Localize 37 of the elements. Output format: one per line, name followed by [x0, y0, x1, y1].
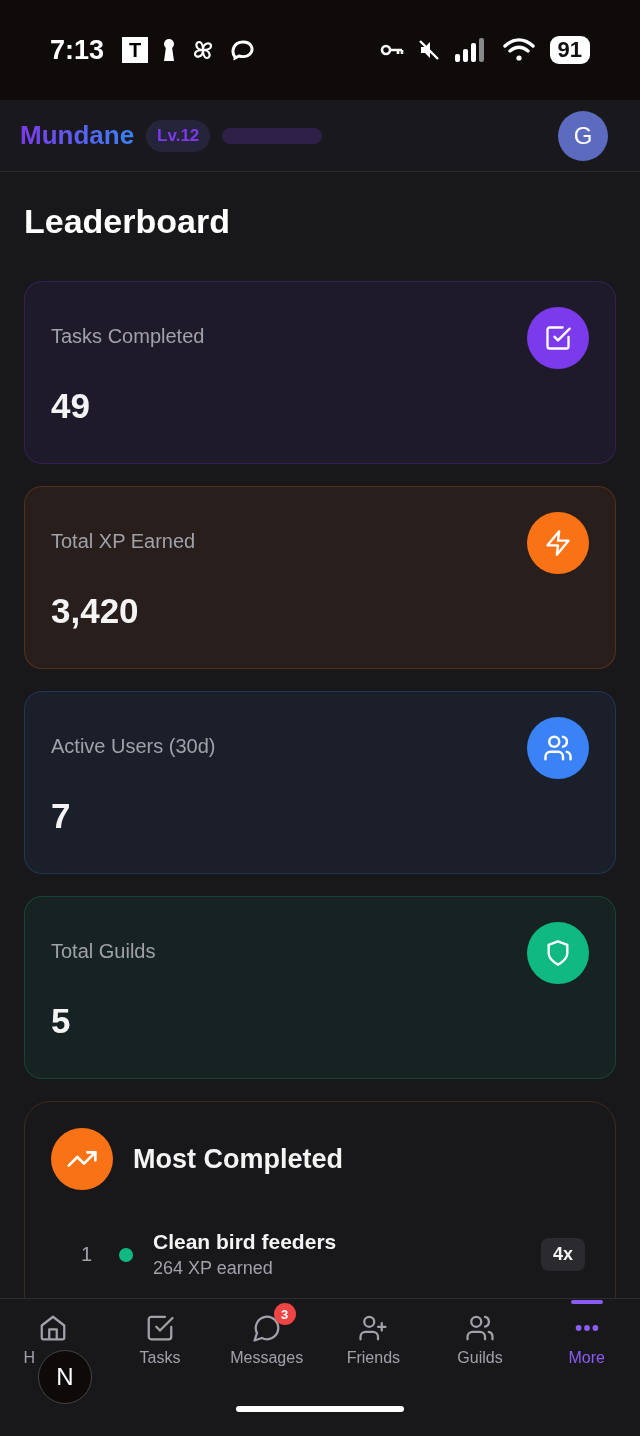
add-user-icon — [358, 1313, 389, 1343]
nav-tab[interactable]: Friends — [320, 1299, 427, 1367]
stat-label: Tasks Completed — [51, 325, 206, 348]
section-title: Most Completed — [133, 1143, 343, 1175]
stat-value: 7 — [51, 796, 72, 836]
page-title: Leaderboard — [24, 201, 231, 242]
users-icon — [465, 1313, 495, 1343]
task-name: Clean bird feeders — [153, 1230, 337, 1254]
status-time: 7:13 — [50, 34, 105, 66]
completion-count: 4x — [540, 1238, 585, 1271]
nav-tab[interactable]: Tasks — [106, 1299, 214, 1367]
stat-label: Active Users (30d) — [51, 735, 217, 758]
level-badge: Lv.12 — [146, 119, 211, 152]
user-avatar[interactable]: G — [558, 110, 608, 161]
app-icon: T — [122, 37, 149, 63]
nav-tab[interactable]: More — [533, 1299, 640, 1367]
nav-tab[interactable]: Guilds — [426, 1299, 534, 1367]
battery-level: 91 — [549, 36, 590, 64]
key-icon — [379, 43, 404, 57]
keyhole-icon — [162, 38, 177, 62]
wifi-icon — [501, 37, 536, 63]
stat-value: 5 — [51, 1001, 72, 1041]
stat-value: 3,420 — [51, 591, 140, 631]
chat-icon — [251, 1313, 282, 1343]
rank-number: 1 — [81, 1243, 94, 1266]
stat-label: Total XP Earned — [51, 530, 197, 553]
dev-tools-menu[interactable]: N — [38, 1350, 92, 1404]
checkbox-icon — [145, 1313, 175, 1343]
users-icon — [543, 733, 573, 763]
mute-icon — [417, 39, 440, 61]
checkbox-icon — [544, 324, 572, 352]
nav-tab[interactable]: 3 Messages — [213, 1299, 320, 1367]
lightning-icon — [544, 529, 572, 557]
unread-badge: 3 — [273, 1303, 296, 1325]
stat-value: 49 — [51, 386, 91, 426]
xp-earned: 264 XP earned — [153, 1258, 274, 1279]
stat-label: Total Guilds — [51, 940, 157, 963]
